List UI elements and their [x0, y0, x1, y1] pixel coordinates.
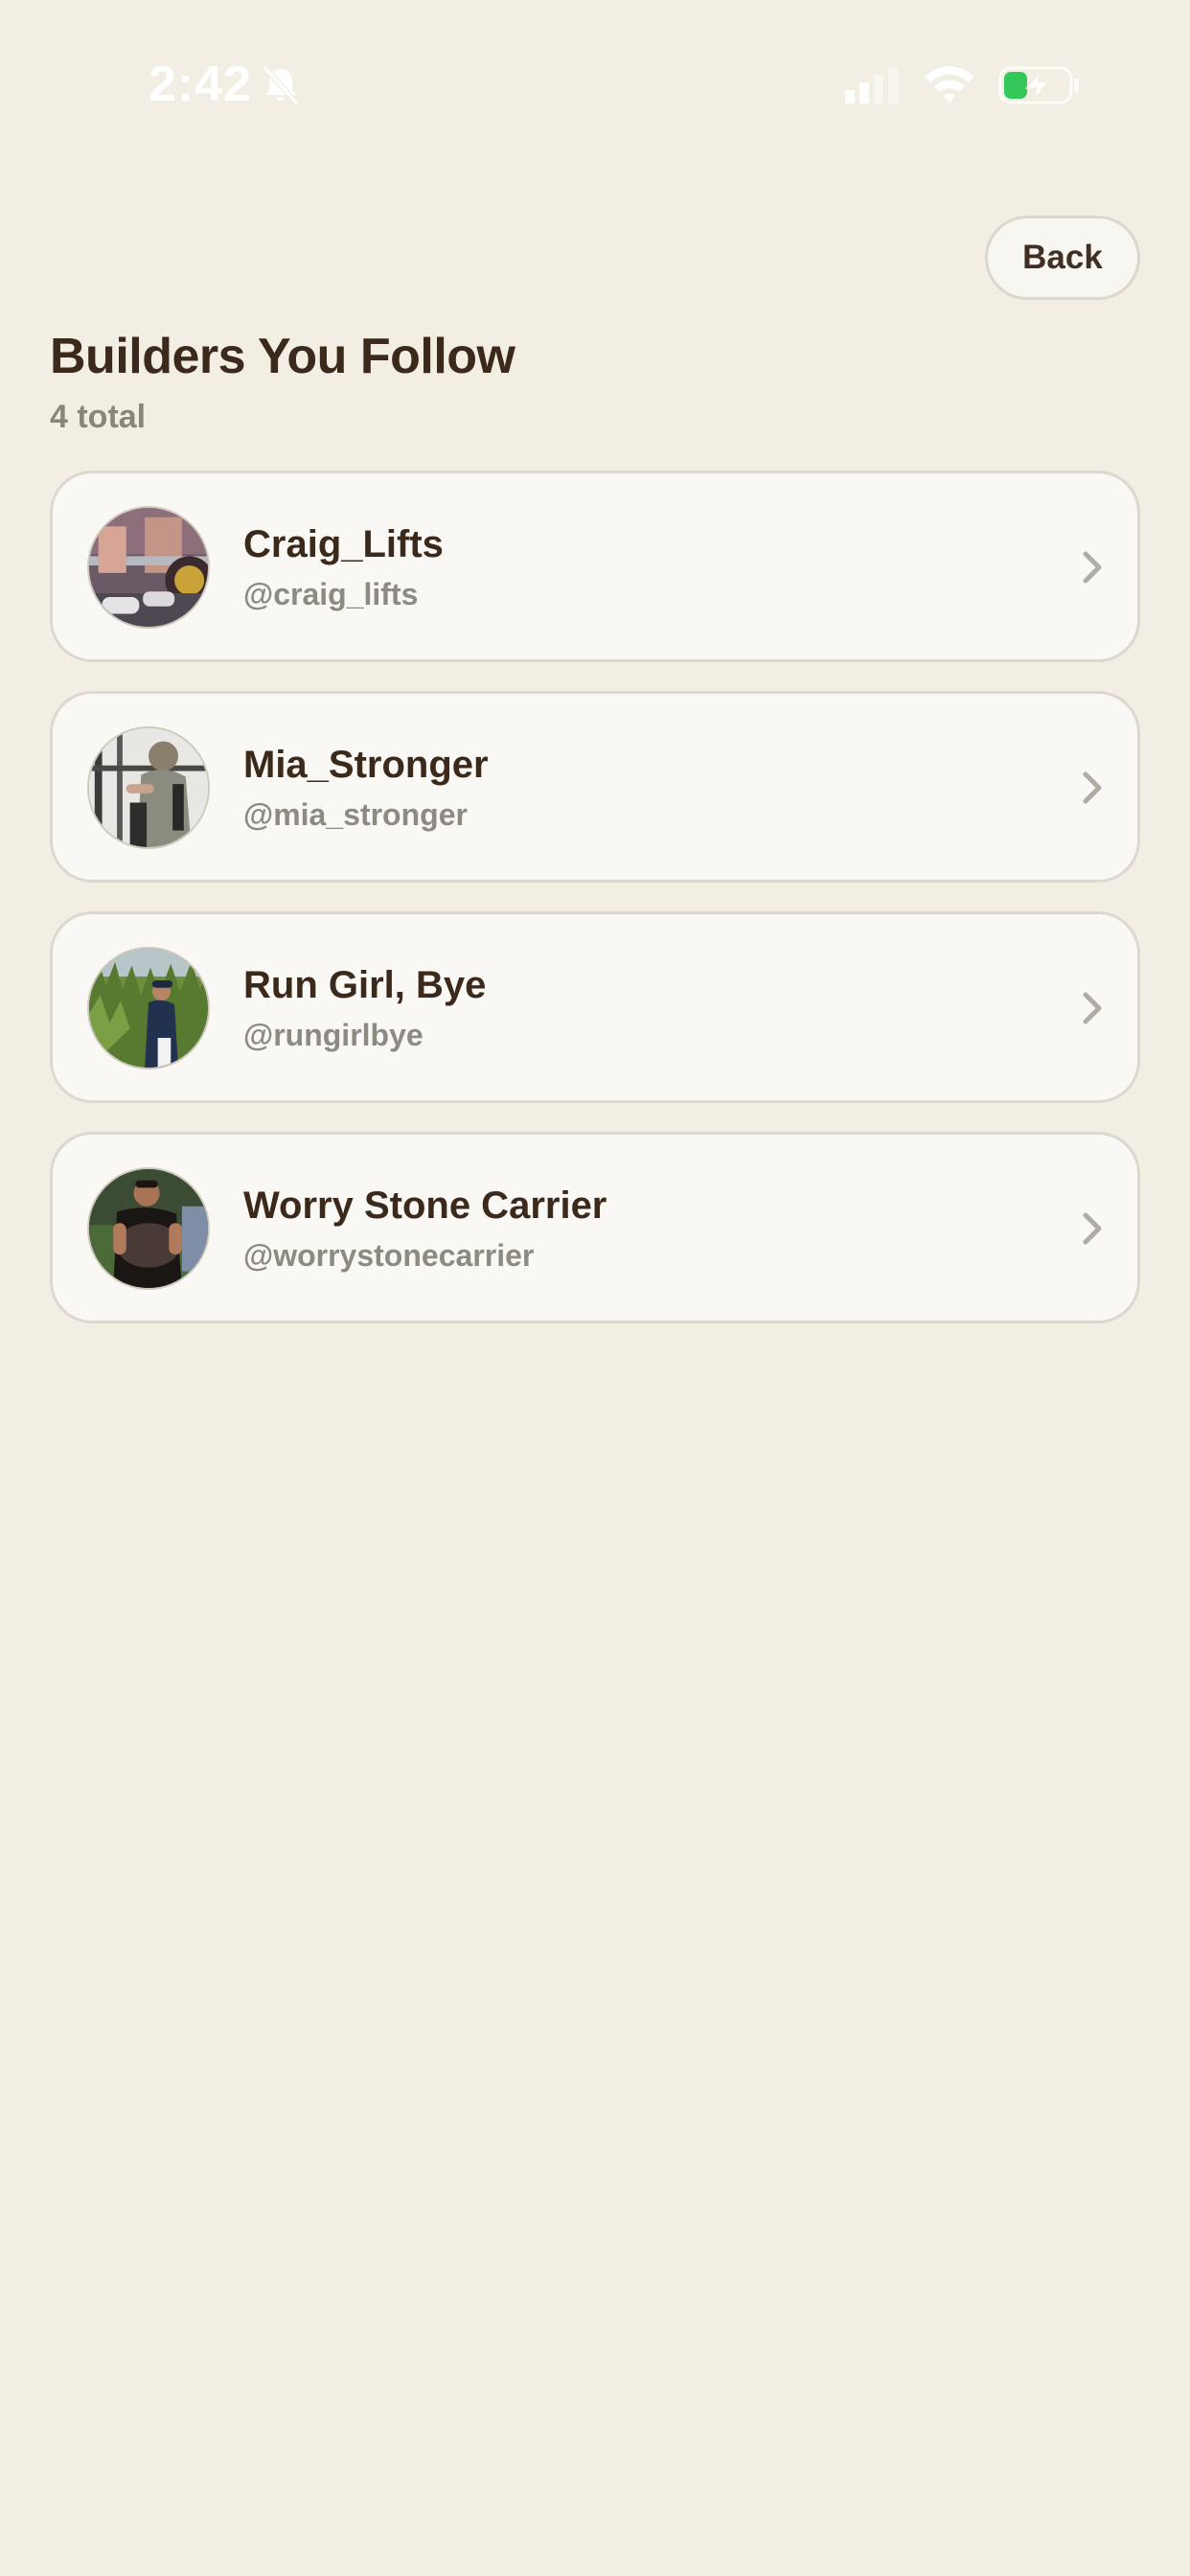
back-button[interactable]: Back [985, 216, 1140, 300]
builder-handle: @craig_lifts [243, 577, 419, 611]
follow-count: 4 total [50, 399, 147, 435]
builder-card-run-girl-bye[interactable]: Run Girl, Bye @rungirlbye [50, 911, 1140, 1103]
status-bar: 2:42 [0, 0, 1190, 172]
bell-slash-icon [259, 63, 303, 107]
chevron-right-icon [1082, 770, 1103, 805]
builder-handle: @worrystonecarrier [243, 1238, 535, 1273]
builder-card-mia-stronger[interactable]: Mia_Stronger @mia_stronger [50, 691, 1140, 883]
builder-name: Craig_Lifts [243, 523, 444, 565]
builder-list: Craig_Lifts @craig_lifts Mia_Stronger @m… [50, 471, 1140, 1352]
builder-card-worry-stone-carrier[interactable]: Worry Stone Carrier @worrystonecarrier [50, 1132, 1140, 1323]
builder-handle: @rungirlbye [243, 1018, 423, 1052]
wifi-icon [922, 63, 977, 105]
chevron-right-icon [1082, 991, 1103, 1025]
builder-card-craig-lifts[interactable]: Craig_Lifts @craig_lifts [50, 471, 1140, 662]
cellular-signal-icon [843, 67, 903, 105]
avatar [87, 726, 210, 849]
avatar [87, 506, 210, 629]
battery-charging-icon [998, 65, 1081, 105]
builder-name: Worry Stone Carrier [243, 1184, 607, 1227]
chevron-right-icon [1082, 1211, 1103, 1246]
status-time: 2:42 [149, 57, 253, 112]
avatar [87, 1167, 210, 1290]
builder-name: Run Girl, Bye [243, 964, 487, 1006]
avatar [87, 947, 210, 1070]
builder-handle: @mia_stronger [243, 797, 468, 832]
page-title: Builders You Follow [50, 329, 515, 384]
builder-name: Mia_Stronger [243, 744, 489, 786]
chevron-right-icon [1082, 550, 1103, 585]
